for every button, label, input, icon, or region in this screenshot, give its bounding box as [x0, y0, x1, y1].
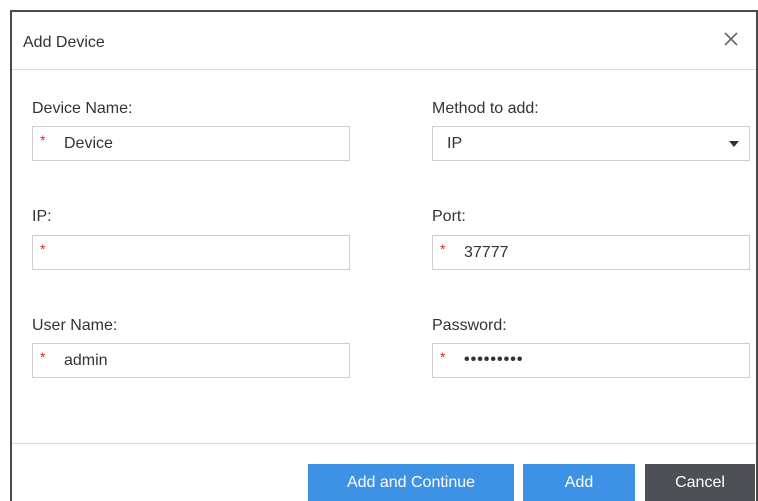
ip-label: IP:	[32, 208, 52, 225]
chevron-down-icon	[729, 141, 739, 147]
password-label: Password:	[432, 317, 507, 334]
method-label: Method to add:	[432, 100, 539, 117]
device-name-input[interactable]: * Device	[32, 126, 350, 161]
add-and-continue-button[interactable]: Add and Continue	[308, 464, 514, 501]
add-device-dialog: Add Device Device Name: * Device Method …	[10, 10, 758, 501]
password-input[interactable]: * •••••••••	[432, 343, 750, 378]
port-input[interactable]: * 37777	[432, 235, 750, 270]
add-button[interactable]: Add	[523, 464, 635, 501]
port-label: Port:	[432, 208, 466, 225]
dialog-titlebar: Add Device	[12, 12, 756, 70]
close-icon[interactable]	[720, 28, 742, 50]
user-name-input[interactable]: * admin	[32, 343, 350, 378]
required-mark: *	[40, 132, 46, 148]
required-mark: *	[440, 349, 446, 365]
cancel-button[interactable]: Cancel	[645, 464, 755, 501]
device-name-label: Device Name:	[32, 100, 133, 117]
user-name-label: User Name:	[32, 317, 118, 334]
dialog-title: Add Device	[23, 34, 105, 51]
ip-input[interactable]: *	[32, 235, 350, 270]
dialog-footer: Add and Continue Add Cancel	[12, 443, 756, 501]
method-select[interactable]: IP	[432, 126, 750, 161]
port-value: 37777	[464, 244, 509, 261]
method-value: IP	[447, 135, 463, 152]
device-name-value: Device	[64, 135, 113, 152]
user-name-value: admin	[64, 352, 108, 369]
required-mark: *	[40, 349, 46, 365]
required-mark: *	[40, 241, 46, 257]
password-value: •••••••••	[464, 351, 524, 368]
required-mark: *	[440, 241, 446, 257]
